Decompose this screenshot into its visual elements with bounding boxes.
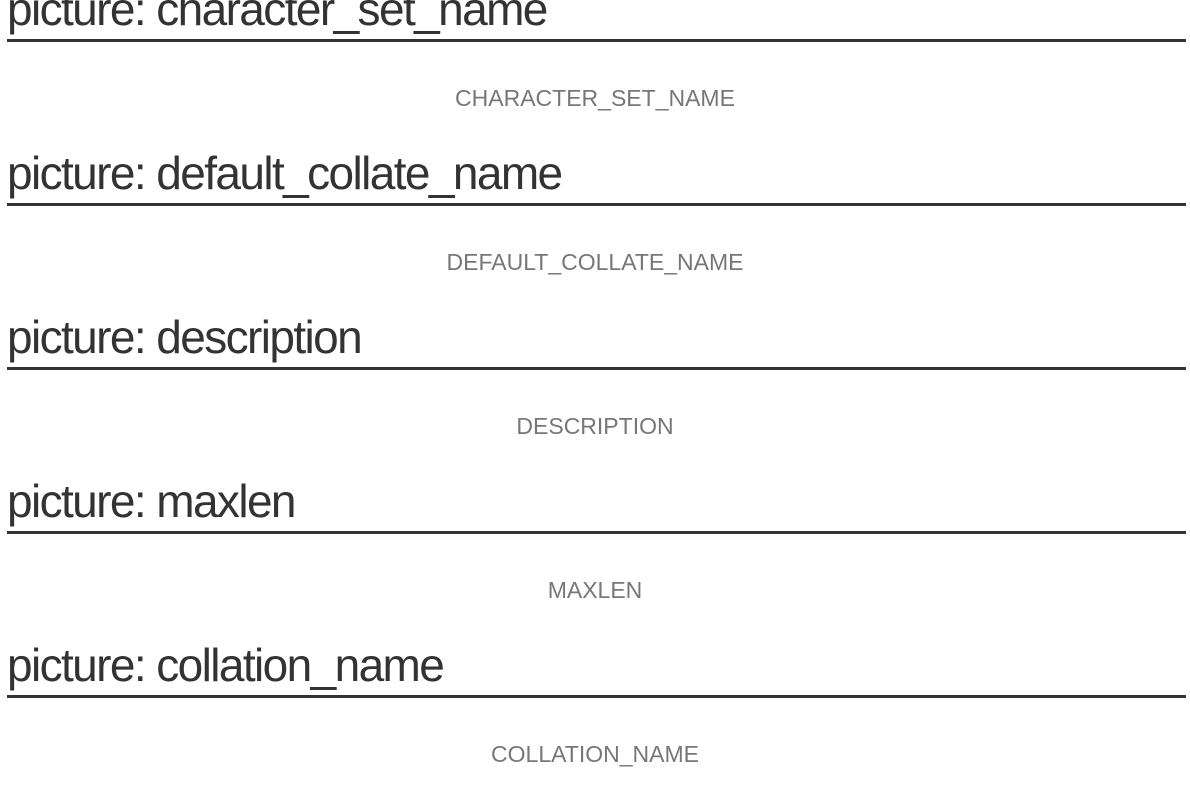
section-heading: picture: character_set_name xyxy=(7,0,1186,42)
section-heading-text: picture: collation_name xyxy=(7,639,445,691)
section-caption: DESCRIPTION xyxy=(516,413,674,439)
section-character-set-name: picture: character_set_name CHARACTER_SE… xyxy=(0,0,1190,146)
section-heading-text: picture: default_collate_name xyxy=(7,147,563,199)
section-heading: picture: maxlen xyxy=(7,474,1186,534)
section-heading: picture: collation_name xyxy=(7,638,1186,698)
section-heading: picture: description xyxy=(7,310,1186,370)
document-page: picture: character_set_name CHARACTER_SE… xyxy=(0,0,1190,802)
section-collation-name: picture: collation_name COLLATION_NAME xyxy=(0,638,1190,802)
section-caption: MAXLEN xyxy=(547,577,643,603)
section-heading-text: picture: character_set_name xyxy=(7,0,548,35)
section-caption: CHARACTER_SET_NAME xyxy=(455,85,735,111)
section-caption: DEFAULT_COLLATE_NAME xyxy=(446,249,744,275)
section-description: picture: description DESCRIPTION xyxy=(0,310,1190,474)
section-caption: COLLATION_NAME xyxy=(491,741,699,767)
section-maxlen: picture: maxlen MAXLEN xyxy=(0,474,1190,638)
section-default-collate-name: picture: default_collate_name DEFAULT_CO… xyxy=(0,146,1190,310)
section-heading: picture: default_collate_name xyxy=(7,146,1186,206)
section-heading-text: picture: maxlen xyxy=(7,475,297,527)
section-heading-text: picture: description xyxy=(7,311,363,363)
